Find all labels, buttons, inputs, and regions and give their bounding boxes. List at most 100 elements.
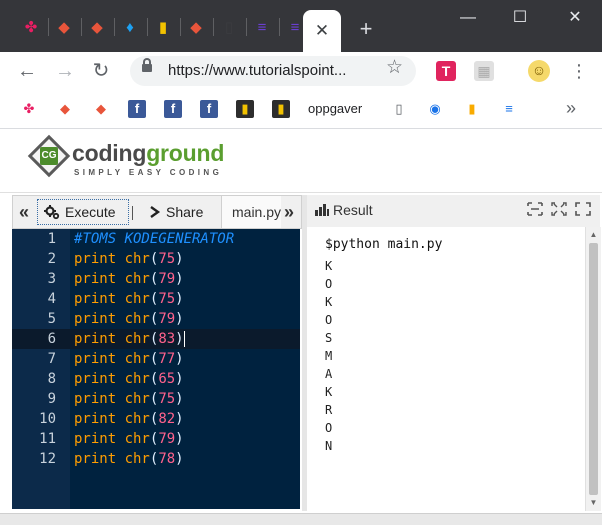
line-number: 8: [47, 371, 56, 387]
analytics-icon[interactable]: ▮: [463, 100, 481, 118]
list-app-icon[interactable]: ≡: [251, 12, 273, 42]
red-bird-icon[interactable]: ◆: [185, 12, 207, 42]
back-button[interactable]: ←: [14, 58, 40, 84]
code-editor[interactable]: 1 #TOMS KODEGENERATOR 2 print chr(75) 3 print…: [12, 229, 300, 509]
pinwheel-icon[interactable]: ✤: [20, 100, 38, 118]
tab-separator: [213, 18, 214, 36]
code-line[interactable]: 1 #TOMS KODEGENERATOR: [12, 229, 300, 249]
bar-chart-icon: [315, 204, 329, 216]
line-number: 7: [47, 351, 56, 367]
tab-separator: [246, 18, 247, 36]
close-window-button[interactable]: ✕: [555, 6, 595, 30]
red-bird-icon[interactable]: ◆: [56, 100, 74, 118]
site-logo[interactable]: codingground: [72, 140, 224, 167]
text-cursor: [183, 331, 185, 347]
code-line[interactable]: 7 print chr(77): [12, 349, 300, 369]
code-line[interactable]: 4 print chr(75): [12, 289, 300, 309]
code-text: print chr(79): [74, 271, 184, 287]
share-button[interactable]: Share: [143, 199, 223, 225]
red-bird-icon[interactable]: ◆: [92, 100, 110, 118]
bookmark-app-icon[interactable]: ▮: [272, 100, 290, 118]
page-bottom-bar: [0, 513, 602, 525]
bookmark-app-icon[interactable]: ▮: [152, 12, 174, 42]
scroll-down-icon[interactable]: ▼: [588, 497, 599, 509]
code-line[interactable]: 3 print chr(79): [12, 269, 300, 289]
compress-icon[interactable]: [527, 202, 543, 218]
twitter-icon[interactable]: ♦: [119, 12, 141, 42]
facebook-icon[interactable]: f: [128, 100, 146, 118]
address-bar[interactable]: https://www.tutorialspoint...: [130, 56, 416, 86]
execute-label: Execute: [65, 204, 116, 220]
fit-icon[interactable]: [551, 202, 567, 218]
logo-tagline: SIMPLY EASY CODING: [74, 168, 223, 177]
result-output[interactable]: $python main.py KOKOSMAKRON: [307, 227, 585, 511]
code-line[interactable]: 12 print chr(78): [12, 449, 300, 469]
forward-button[interactable]: →: [52, 58, 78, 84]
output-line: N: [325, 439, 333, 453]
tab-separator: [279, 18, 280, 36]
fullscreen-icon[interactable]: [575, 202, 591, 218]
page-content: CG codingground SIMPLY EASY CODING « Exe…: [0, 129, 602, 525]
code-line[interactable]: 10 print chr(82): [12, 409, 300, 429]
result-toolbar: Result: [307, 195, 600, 228]
reload-button[interactable]: ↻: [88, 58, 114, 84]
bookmarks-more-icon[interactable]: »: [566, 98, 576, 119]
logo-word-ground: ground: [146, 140, 225, 166]
code-text: #TOMS KODEGENERATOR: [74, 231, 235, 247]
document-icon[interactable]: ▯: [218, 12, 240, 42]
output-line: M: [325, 349, 333, 363]
output-line: S: [325, 331, 333, 345]
line-number: 12: [39, 451, 56, 467]
tag-manager-icon[interactable]: ≡: [500, 100, 518, 118]
code-line[interactable]: 11 print chr(79): [12, 429, 300, 449]
tumblr-like-icon[interactable]: ✤: [20, 12, 42, 42]
code-line[interactable]: 5 print chr(79): [12, 309, 300, 329]
bookmark-star-icon[interactable]: ☆: [386, 56, 403, 79]
editor-toolbar: « Execute Share main.py »: [12, 195, 302, 229]
code-line[interactable]: 2 print chr(75): [12, 249, 300, 269]
circle-icon[interactable]: ◉: [426, 100, 444, 118]
browser-menu-icon[interactable]: ⋮: [570, 58, 588, 84]
code-line[interactable]: 6 print chr(83): [12, 329, 300, 349]
result-command: $python main.py: [325, 237, 443, 252]
code-text: print chr(78): [74, 451, 184, 467]
line-number: 3: [47, 271, 56, 287]
lock-icon: [142, 58, 152, 72]
tab-separator: [114, 18, 115, 36]
bookmark-oppgaver[interactable]: oppgaver: [308, 101, 362, 116]
page-icon[interactable]: ▯: [390, 100, 408, 118]
execute-button[interactable]: Execute: [37, 199, 129, 225]
line-number: 9: [47, 391, 56, 407]
scroll-up-icon[interactable]: ▲: [588, 229, 599, 241]
collapse-left-icon[interactable]: «: [16, 202, 32, 223]
minimize-button[interactable]: —: [448, 6, 488, 30]
code-text: print chr(65): [74, 371, 184, 387]
scroll-thumb[interactable]: [589, 243, 598, 495]
output-line: K: [325, 295, 333, 309]
t-extension[interactable]: T: [436, 61, 456, 81]
new-tab-button[interactable]: +: [353, 16, 379, 42]
facebook-icon[interactable]: f: [164, 100, 182, 118]
logo-word-coding: coding: [72, 140, 147, 166]
maximize-button[interactable]: ☐: [500, 6, 540, 30]
close-tab-icon[interactable]: ✕: [315, 21, 329, 41]
profile-avatar[interactable]: ☺: [528, 60, 550, 82]
facebook-icon[interactable]: f: [200, 100, 218, 118]
red-bird-icon[interactable]: ◆: [86, 12, 108, 42]
url-text[interactable]: https://www.tutorialspoint...: [168, 62, 346, 79]
tab-separator: [81, 18, 82, 36]
line-number: 4: [47, 291, 56, 307]
red-bird-icon[interactable]: ◆: [53, 12, 75, 42]
output-line: A: [325, 367, 333, 381]
line-number: 10: [39, 411, 56, 427]
active-tab[interactable]: ✕: [303, 10, 341, 52]
output-line: K: [325, 259, 333, 273]
line-number: 11: [39, 431, 56, 447]
result-scrollbar[interactable]: ▲ ▼: [585, 227, 601, 511]
code-line[interactable]: 8 print chr(65): [12, 369, 300, 389]
file-tab-main-py[interactable]: main.py: [221, 196, 281, 228]
bookmark-app-icon[interactable]: ▮: [236, 100, 254, 118]
collapse-right-icon[interactable]: »: [281, 202, 297, 223]
grid-extension[interactable]: ▦: [474, 61, 494, 81]
code-line[interactable]: 9 print chr(75): [12, 389, 300, 409]
